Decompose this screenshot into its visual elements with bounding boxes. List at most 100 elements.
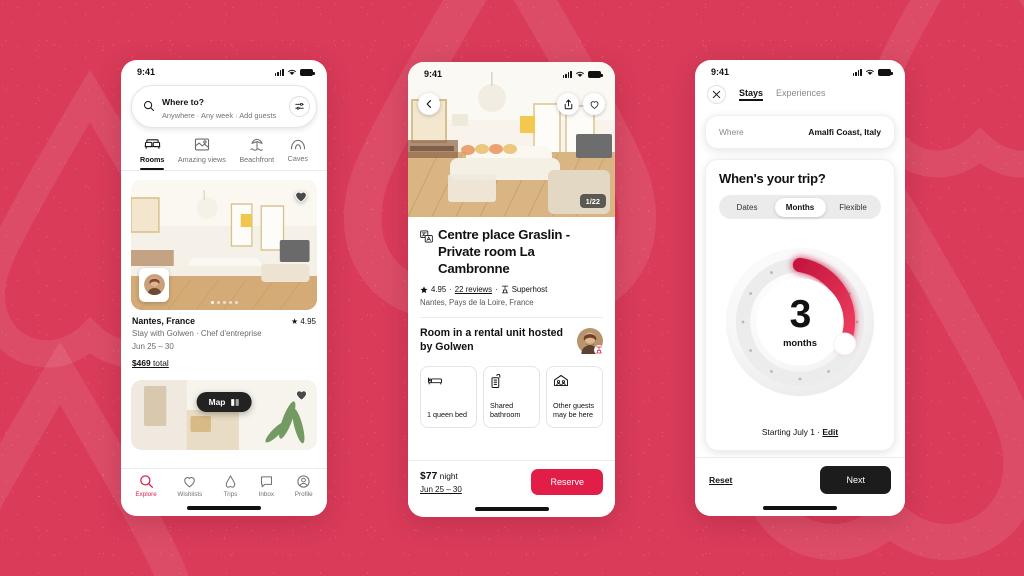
map-toggle-label: Map bbox=[208, 397, 226, 408]
heart-filled-icon[interactable] bbox=[294, 387, 309, 402]
search-icon bbox=[143, 101, 155, 112]
superhost-badge-icon bbox=[594, 345, 604, 356]
map-toggle-button[interactable]: Map bbox=[196, 392, 252, 413]
save-button[interactable] bbox=[583, 93, 605, 115]
search-icon bbox=[139, 475, 153, 488]
message-icon bbox=[260, 476, 272, 488]
months-dial[interactable]: 3 months bbox=[724, 246, 876, 398]
dot-sep: · bbox=[449, 285, 452, 295]
bed-icon bbox=[428, 377, 442, 385]
cellular-signal-icon bbox=[274, 68, 284, 76]
listing-title: Nantes, France bbox=[132, 315, 196, 326]
segment-months[interactable]: Months bbox=[774, 197, 826, 217]
date-mode-segmented-control: Dates Months Flexible bbox=[719, 195, 881, 219]
starting-date-row: Starting July 1 · Edit bbox=[719, 425, 881, 442]
host-row[interactable]: Room in a rental unit hosted by Golwen bbox=[420, 327, 604, 356]
explore-header: Where to? Anywhere · Any week · Add gues… bbox=[121, 81, 327, 170]
category-label: Rooms bbox=[140, 154, 165, 164]
cellular-signal-icon bbox=[562, 70, 572, 78]
beachfront-icon bbox=[249, 138, 263, 151]
listing-rating: ★ 4.95 bbox=[291, 316, 316, 326]
reset-button[interactable]: Reset bbox=[709, 475, 732, 485]
map-toggle-icon bbox=[230, 398, 239, 406]
listing-price-value: $469 bbox=[132, 358, 151, 369]
share-icon bbox=[564, 98, 572, 109]
battery-icon bbox=[878, 69, 893, 76]
price-block: $77 night Jun 25 – 30 bbox=[420, 471, 462, 494]
status-bar: 9:41 bbox=[408, 62, 615, 83]
tab-profile[interactable]: Profile bbox=[295, 474, 313, 498]
listing-hero-photo[interactable]: 9:41 1/22 bbox=[408, 62, 615, 217]
phone-explore-screen: 9:41 Where to? Anywhere · Any week · Add… bbox=[121, 60, 327, 516]
translate-icon bbox=[420, 230, 433, 243]
tab-stays[interactable]: Stays bbox=[739, 88, 764, 101]
where-field[interactable]: Where Amalfi Coast, Italy bbox=[705, 115, 895, 149]
shower-icon bbox=[491, 373, 501, 388]
booking-footer: $77 night Jun 25 – 30 Reserve bbox=[408, 460, 615, 501]
listings-scroll[interactable]: Nantes, France ★ 4.95 Stay with Golwen ·… bbox=[121, 171, 327, 468]
status-bar: 9:41 bbox=[121, 60, 327, 81]
heart-filled-icon[interactable] bbox=[293, 188, 309, 204]
amazing-views-icon bbox=[194, 138, 209, 151]
phone-search-trip-screen: 9:41 Stays Experiences Where Amalfi Coas… bbox=[695, 60, 905, 516]
amenity-label: 1 queen bed bbox=[427, 410, 467, 420]
selected-dates[interactable]: Jun 25 – 30 bbox=[420, 485, 462, 494]
close-button[interactable] bbox=[707, 85, 726, 104]
when-trip-card: When's your trip? Dates Months Flexible bbox=[705, 159, 895, 451]
tab-trips[interactable]: Trips bbox=[223, 474, 238, 498]
tab-explore[interactable]: Explore bbox=[135, 474, 157, 498]
reviews-link[interactable]: 22 reviews bbox=[455, 285, 492, 294]
edit-link[interactable]: Edit bbox=[822, 427, 838, 437]
reserve-button[interactable]: Reserve bbox=[531, 469, 603, 495]
where-value: Amalfi Coast, Italy bbox=[808, 127, 881, 137]
tab-experiences[interactable]: Experiences bbox=[776, 88, 826, 101]
segment-dates[interactable]: Dates bbox=[722, 198, 773, 217]
home-indicator bbox=[121, 500, 327, 516]
listing-price[interactable]: $469 total bbox=[132, 358, 316, 368]
category-tab-rooms[interactable]: Rooms bbox=[140, 137, 165, 170]
status-bar: 9:41 bbox=[695, 60, 905, 81]
listing-detail-body: Centre place Graslin - Private room La C… bbox=[408, 217, 615, 460]
amenity-label: Shared bathroom bbox=[490, 400, 521, 420]
listing-dates: Jun 25 – 30 bbox=[132, 342, 174, 352]
search-subtitle: Anywhere · Any week · Add guests bbox=[162, 111, 277, 120]
amenity-card: Other guests may be here bbox=[546, 365, 603, 428]
status-time: 9:41 bbox=[424, 69, 443, 79]
listing-photo[interactable] bbox=[131, 179, 317, 310]
host-avatar[interactable] bbox=[577, 328, 604, 356]
host-title: Room in a rental unit hosted by Golwen bbox=[420, 327, 564, 354]
status-icons bbox=[562, 70, 603, 78]
rating-row: 4.95 · 22 reviews · Superhost bbox=[420, 285, 603, 294]
category-tab-beachfront[interactable]: Beachfront bbox=[239, 137, 274, 170]
dot-sep: · bbox=[495, 285, 498, 295]
filter-sliders-icon[interactable] bbox=[289, 95, 310, 117]
category-tab-caves[interactable]: Caves bbox=[288, 137, 308, 170]
back-button[interactable] bbox=[418, 93, 440, 115]
wifi-icon bbox=[576, 71, 584, 78]
avatar bbox=[143, 274, 165, 296]
next-button[interactable]: Next bbox=[820, 466, 891, 494]
starting-date-label: Starting July 1 · bbox=[761, 427, 823, 437]
category-tab-amazing-views[interactable]: Amazing views bbox=[178, 137, 226, 170]
cellular-signal-icon bbox=[852, 68, 862, 76]
category-label: Beachfront bbox=[239, 154, 275, 164]
status-time: 9:41 bbox=[137, 67, 156, 77]
tab-label: Explore bbox=[135, 491, 157, 498]
tab-inbox[interactable]: Inbox bbox=[259, 474, 274, 498]
listing-title-row: Centre place Graslin - Private room La C… bbox=[420, 227, 603, 277]
photo-dots[interactable] bbox=[131, 300, 317, 304]
star-icon bbox=[420, 286, 428, 293]
months-dial-area: 3 months bbox=[719, 219, 881, 425]
tab-wishlists[interactable]: Wishlists bbox=[177, 474, 202, 498]
share-button[interactable] bbox=[557, 93, 579, 115]
segment-flexible[interactable]: Flexible bbox=[828, 198, 879, 217]
page-title: Centre place Graslin - Private room La C… bbox=[438, 227, 570, 276]
belo-icon bbox=[225, 475, 236, 488]
search-bar[interactable]: Where to? Anywhere · Any week · Add gues… bbox=[131, 85, 317, 128]
close-icon bbox=[712, 90, 721, 99]
tab-label: Wishlists bbox=[177, 491, 203, 498]
caves-icon bbox=[290, 139, 305, 149]
listing-photo-secondary[interactable]: Map bbox=[131, 380, 317, 451]
amenity-label: Other guests may be here bbox=[553, 400, 595, 420]
battery-icon bbox=[300, 69, 315, 76]
